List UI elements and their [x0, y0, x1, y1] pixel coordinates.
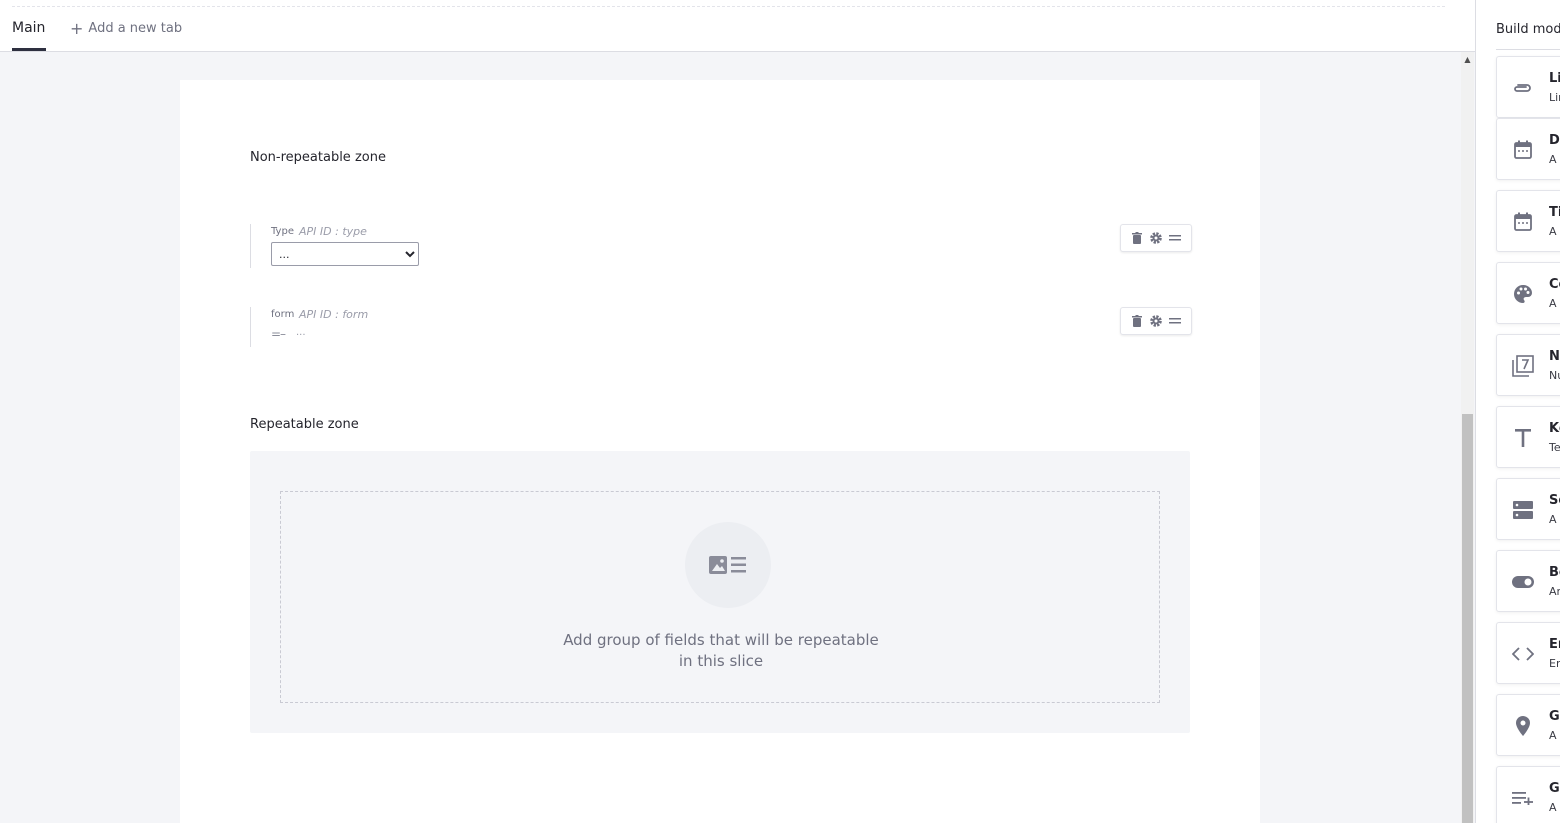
trash-icon[interactable] [1129, 313, 1145, 329]
widget-name: Select [1549, 493, 1560, 508]
tab-bar: Main + Add a new tab [0, 0, 1475, 52]
widget-boolean[interactable]: Boolean An on/off [1496, 550, 1560, 612]
map-pin-icon [1511, 714, 1535, 738]
widget-name: Timestamp [1549, 205, 1560, 220]
field-actions [1120, 224, 1192, 252]
widget-name: Group [1549, 781, 1560, 796]
toggle-icon [1511, 570, 1535, 594]
widget-name: Boolean [1549, 565, 1560, 580]
plus-icon: + [70, 19, 84, 38]
field-type: Type API ID : type ... [250, 224, 1192, 268]
widget-desc: Link [1549, 91, 1560, 104]
number-icon [1511, 354, 1535, 378]
widget-embed[interactable]: Embed Embed [1496, 622, 1560, 684]
widget-desc: A field [1549, 729, 1560, 742]
rich-text-icon: =– [271, 327, 286, 341]
text-icon [1511, 426, 1535, 450]
widget-color[interactable]: Color A color [1496, 262, 1560, 324]
gear-icon[interactable] [1148, 230, 1164, 246]
repeatable-zone-title: Repeatable zone [250, 417, 359, 432]
widget-desc: A group [1549, 801, 1560, 814]
widget-date[interactable]: Date A date [1496, 118, 1560, 180]
calendar-icon [1511, 138, 1535, 162]
image-text-icon [685, 522, 771, 608]
empty-line-2: in this slice [678, 652, 764, 670]
type-select[interactable]: ... [271, 242, 419, 266]
tab-main[interactable]: Main [12, 20, 47, 51]
select-icon [1511, 498, 1535, 522]
widget-desc: Number [1549, 369, 1560, 382]
field-api-id: API ID : type [299, 225, 367, 238]
trash-icon[interactable] [1129, 230, 1145, 246]
group-icon [1511, 786, 1535, 810]
widget-desc: An on/off [1549, 585, 1560, 598]
calendar-icon [1511, 210, 1535, 234]
palette-icon [1511, 282, 1535, 306]
repeatable-dropzone[interactable]: Add group of fields that will be repeata… [280, 491, 1160, 703]
widget-desc: A select [1549, 513, 1560, 526]
widget-link[interactable]: Link Link [1496, 56, 1560, 118]
widget-desc: A date and time [1549, 225, 1560, 238]
scrollbar[interactable]: ▲ [1461, 52, 1474, 823]
add-tab-label: Add a new tab [88, 21, 183, 36]
widget-name: Date [1549, 133, 1560, 148]
widget-timestamp[interactable]: Timestamp A date and time [1496, 190, 1560, 252]
drag-handle-icon[interactable] [1167, 230, 1183, 246]
panel-title[interactable]: Build mode [1496, 22, 1560, 50]
widget-desc: A date [1549, 153, 1560, 166]
widget-group[interactable]: Group A group [1496, 766, 1560, 823]
widget-number[interactable]: Number Number [1496, 334, 1560, 396]
field-form: form API ID : form =– ... [250, 307, 1192, 347]
form-value[interactable]: ... [296, 327, 306, 338]
empty-line-1: Add group of fields that will be repeata… [563, 631, 879, 649]
divider [12, 6, 1445, 7]
scrollbar-thumb[interactable] [1462, 414, 1473, 823]
widget-key-text[interactable]: Key Text Text [1496, 406, 1560, 468]
slice-editor: Non-repeatable zone Type API ID : type .… [180, 80, 1260, 823]
widget-geopoint[interactable]: GeoPoint A field [1496, 694, 1560, 756]
widget-name: Number [1549, 349, 1560, 364]
paperclip-icon [1511, 76, 1535, 100]
build-mode-panel: Build mode Link Link Date A date Timesta… [1475, 0, 1560, 823]
drag-handle-icon[interactable] [1167, 313, 1183, 329]
widget-name: GeoPoint [1549, 709, 1560, 724]
field-label: form [271, 309, 295, 320]
widget-desc: Embed [1549, 657, 1560, 670]
gear-icon[interactable] [1148, 313, 1164, 329]
non-repeatable-zone-title: Non-repeatable zone [250, 150, 386, 165]
widget-name: Key Text [1549, 421, 1560, 436]
scroll-up-icon[interactable]: ▲ [1461, 54, 1474, 66]
widget-name: Link [1549, 71, 1560, 86]
repeatable-empty-message: Add group of fields that will be repeata… [281, 630, 1161, 672]
add-tab-button[interactable]: + Add a new tab [70, 19, 183, 38]
widget-name: Color [1549, 277, 1560, 292]
widget-select[interactable]: Select A select [1496, 478, 1560, 540]
field-actions [1120, 307, 1192, 335]
widget-desc: Text [1549, 441, 1560, 454]
code-icon [1511, 642, 1535, 666]
repeatable-zone: Add group of fields that will be repeata… [250, 451, 1190, 733]
field-label: Type [271, 226, 294, 237]
field-api-id: API ID : form [299, 308, 369, 321]
widget-name: Embed [1549, 637, 1560, 652]
widget-desc: A color [1549, 297, 1560, 310]
